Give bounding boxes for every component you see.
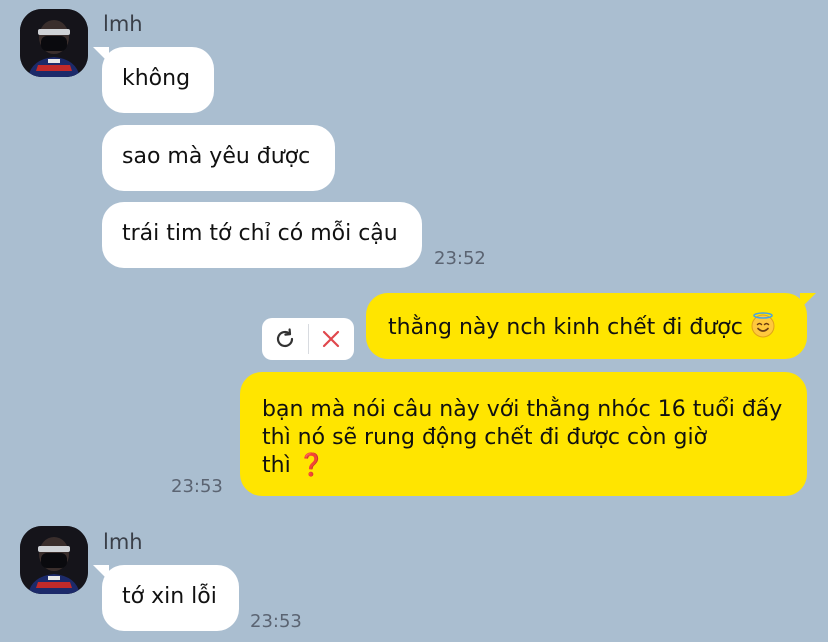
message-text-line-wrap: thì ❓ bbox=[262, 452, 785, 480]
incoming-message-bubble[interactable]: không bbox=[93, 47, 214, 113]
bubble-tail bbox=[800, 293, 816, 309]
bubble-tail bbox=[93, 565, 109, 581]
incoming-message-bubble[interactable]: sao mà yêu được bbox=[102, 125, 335, 191]
message-text: thằng này nch kinh chết đi được bbox=[388, 315, 743, 340]
retry-icon bbox=[276, 328, 293, 348]
message-text-line: bạn mà nói câu này với thằng nhóc 16 tuổ… bbox=[262, 397, 783, 422]
message-text-line: thì bbox=[262, 453, 291, 478]
sender-name: lmh bbox=[103, 530, 143, 554]
message-text: sao mà yêu được bbox=[122, 144, 311, 169]
avatar[interactable] bbox=[20, 526, 88, 594]
outgoing-message-bubble[interactable]: bạn mà nói câu này với thằng nhóc 16 tuổ… bbox=[240, 372, 807, 496]
delete-failed-button[interactable] bbox=[309, 318, 355, 360]
message-text: không bbox=[122, 66, 191, 91]
resend-button[interactable] bbox=[262, 318, 308, 360]
incoming-message-bubble[interactable]: tớ xin lỗi bbox=[93, 565, 239, 631]
failed-message-actions bbox=[262, 318, 354, 360]
question-mark-icon: ❓ bbox=[297, 453, 326, 478]
close-icon bbox=[323, 330, 340, 348]
message-timestamp: 23:53 bbox=[250, 611, 302, 632]
message-text-line: thì nó sẽ rung động chết đi được còn giờ bbox=[262, 425, 708, 450]
incoming-message-bubble[interactable]: trái tim tớ chỉ có mỗi cậu bbox=[102, 202, 422, 268]
message-timestamp: 23:52 bbox=[434, 248, 486, 269]
smiling-face-with-halo-icon bbox=[750, 312, 776, 346]
message-timestamp: 23:53 bbox=[171, 476, 223, 497]
message-text: trái tim tớ chỉ có mỗi cậu bbox=[122, 221, 398, 246]
message-text: tớ xin lỗi bbox=[122, 584, 217, 609]
bubble-tail bbox=[93, 47, 109, 63]
avatar[interactable] bbox=[20, 9, 88, 77]
outgoing-message-bubble[interactable]: thằng này nch kinh chết đi được 😇 bbox=[366, 293, 816, 359]
sender-name: lmh bbox=[103, 12, 143, 36]
